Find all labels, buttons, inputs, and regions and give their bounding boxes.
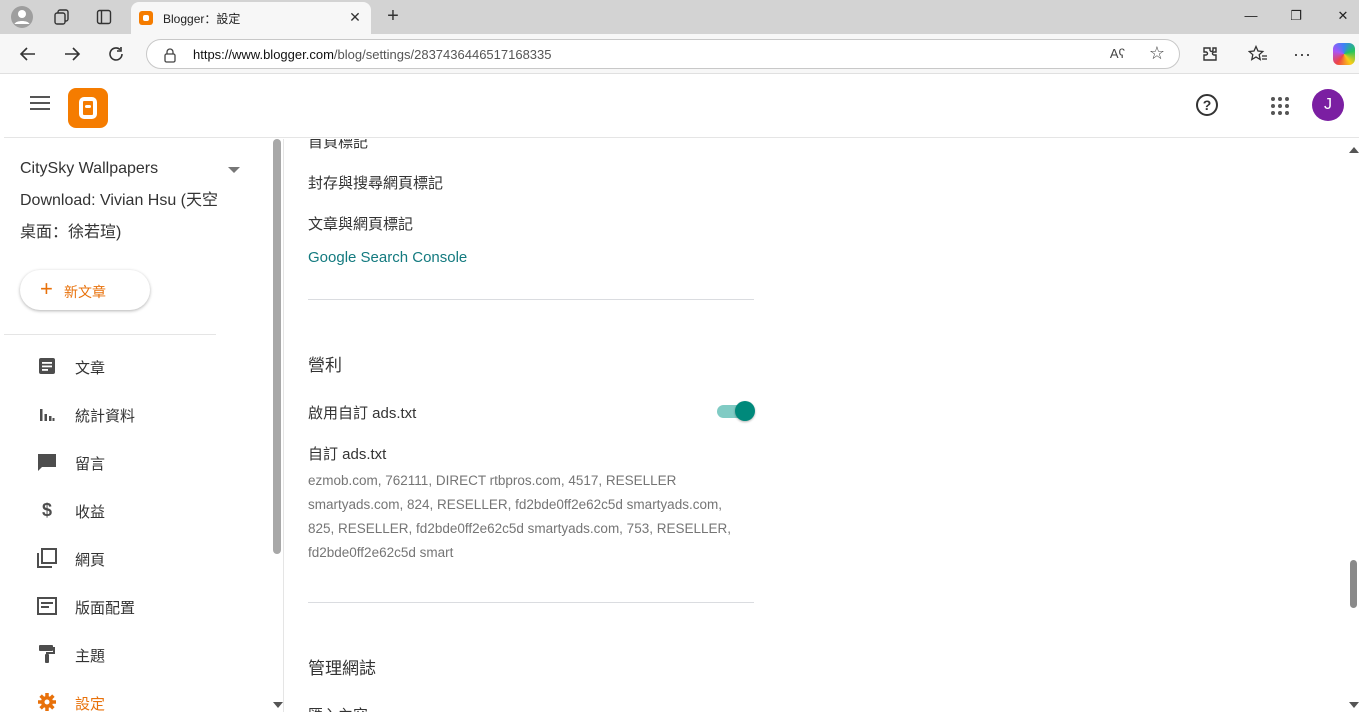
lock-icon[interactable]: [163, 47, 179, 63]
sidebar-scrollbar-thumb[interactable]: [273, 139, 281, 554]
sidebar-item-label: 設定: [75, 696, 106, 712]
profile-icon[interactable]: [9, 4, 35, 30]
star-icon[interactable]: ☆: [1149, 43, 1165, 64]
pages-icon: [37, 548, 57, 568]
url-path: /blog/settings/2837436446517168335: [333, 47, 552, 62]
avatar[interactable]: J: [1312, 89, 1344, 121]
menu-icon[interactable]: [30, 96, 50, 112]
monetization-heading: 營利: [308, 356, 342, 375]
section-divider: [308, 602, 754, 603]
read-aloud-icon[interactable]: Aʕ: [1110, 46, 1125, 61]
sidebar-item-label: 主題: [75, 648, 106, 665]
url-host: https://www.blogger.com: [193, 47, 334, 62]
close-tab-icon[interactable]: ✕: [347, 9, 363, 25]
forward-icon[interactable]: [60, 42, 84, 66]
active-tab[interactable]: Blogger：設定 ✕: [131, 2, 371, 34]
url-text[interactable]: https://www.blogger.com/blog/settings/28…: [193, 47, 552, 62]
search-console-link[interactable]: Google Search Console: [308, 249, 467, 266]
favorites-icon[interactable]: [1246, 42, 1270, 66]
app-header: ? J: [4, 74, 1359, 138]
tab-title: Blogger：設定: [163, 12, 241, 26]
close-window-icon[interactable]: ✕: [1333, 6, 1353, 26]
enable-custom-ads-toggle[interactable]: [717, 401, 755, 421]
browser-toolbar: https://www.blogger.com/blog/settings/28…: [0, 34, 1359, 74]
sidebar-item-layout[interactable]: 版面配置: [4, 586, 274, 626]
browser-tabstrip: Blogger：設定 ✕ + — ❐ ✕: [0, 0, 1359, 34]
sidebar-item-settings[interactable]: 設定: [4, 682, 274, 712]
sidebar-item-label: 留言: [75, 456, 106, 473]
new-post-button[interactable]: + 新文章: [20, 270, 150, 310]
minimize-icon[interactable]: —: [1241, 6, 1261, 26]
blogger-logo[interactable]: [68, 88, 108, 128]
posts-icon: [37, 356, 57, 376]
enable-custom-ads-label: 啟用自訂 ads.txt: [308, 405, 417, 422]
sidebar-divider: [4, 334, 216, 335]
address-bar[interactable]: https://www.blogger.com/blog/settings/28…: [146, 39, 1180, 69]
main-scrollbar-thumb[interactable]: [1350, 560, 1357, 608]
help-icon[interactable]: ?: [1196, 94, 1218, 116]
main-scrollbar[interactable]: [1348, 139, 1359, 712]
sidebar-item-label: 統計資料: [75, 408, 136, 425]
custom-ads-txt-label[interactable]: 自訂 ads.txt: [308, 443, 386, 464]
more-icon[interactable]: ···: [1290, 42, 1314, 66]
theme-icon: [37, 644, 57, 664]
blog-title-selector[interactable]: CitySky Wallpapers Download: Vivian Hsu …: [20, 153, 220, 249]
sidebar: CitySky Wallpapers Download: Vivian Hsu …: [4, 139, 284, 712]
sidebar-item-posts[interactable]: 文章: [4, 346, 274, 386]
import-content-setting[interactable]: 匯入內容: [308, 704, 368, 712]
earnings-icon: $: [41, 499, 52, 520]
toggle-knob: [735, 401, 755, 421]
apps-grid-icon[interactable]: [1271, 97, 1289, 115]
chevron-down-icon[interactable]: [228, 167, 240, 173]
post-page-tags-setting[interactable]: 文章與網頁標記: [308, 213, 413, 234]
scroll-down-icon[interactable]: [1349, 702, 1359, 708]
archive-search-tags-setting[interactable]: 封存與搜尋網頁標記: [308, 172, 443, 193]
sidebar-item-pages[interactable]: 網頁: [4, 538, 274, 578]
sidebar-item-earnings[interactable]: $ 收益: [4, 490, 274, 530]
settings-content: 首頁標記 封存與搜尋網頁標記 文章與網頁標記 Google Search Con…: [285, 139, 1348, 712]
sidebar-item-label: 文章: [75, 360, 106, 377]
plus-icon: +: [40, 276, 53, 301]
extensions-icon[interactable]: [1198, 42, 1222, 66]
sidebar-scrollbar[interactable]: [272, 139, 283, 712]
new-post-label: 新文章: [64, 284, 106, 300]
sidebar-item-theme[interactable]: 主題: [4, 634, 274, 674]
copilot-icon[interactable]: [1333, 43, 1355, 65]
blogger-favicon-icon: [139, 11, 153, 25]
sidebar-item-label: 版面配置: [75, 600, 136, 617]
home-page-tags-setting[interactable]: 首頁標記: [308, 139, 368, 152]
section-divider: [308, 299, 754, 300]
sidebar-item-comments[interactable]: 留言: [4, 442, 274, 482]
sidebar-item-label: 網頁: [75, 552, 106, 569]
custom-ads-txt-value[interactable]: ezmob.com, 762111, DIRECT rtbpros.com, 4…: [308, 469, 738, 565]
sidebar-item-label: 收益: [75, 504, 106, 521]
scroll-down-icon[interactable]: [273, 702, 283, 708]
layout-icon: [37, 596, 57, 616]
stats-icon: [37, 404, 57, 424]
comments-icon: [37, 452, 57, 472]
manage-blog-heading: 管理網誌: [308, 659, 376, 678]
restore-icon[interactable]: ❐: [1286, 6, 1306, 26]
back-icon[interactable]: [16, 42, 40, 66]
refresh-icon[interactable]: [104, 42, 128, 66]
tab-actions-icon[interactable]: [91, 4, 117, 30]
workspaces-icon[interactable]: [49, 4, 75, 30]
scroll-up-icon[interactable]: [1349, 147, 1359, 153]
settings-icon: [37, 692, 57, 712]
new-tab-button[interactable]: +: [381, 4, 405, 28]
sidebar-item-stats[interactable]: 統計資料: [4, 394, 274, 434]
